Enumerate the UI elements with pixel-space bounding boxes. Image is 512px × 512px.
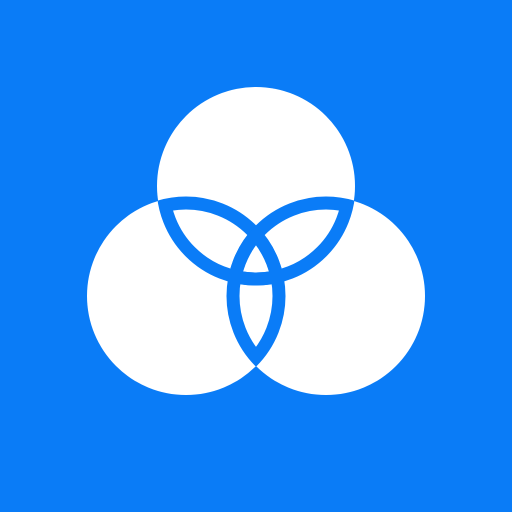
app-icon: [0, 0, 512, 512]
venn-trefoil-logo-icon: [0, 0, 512, 512]
